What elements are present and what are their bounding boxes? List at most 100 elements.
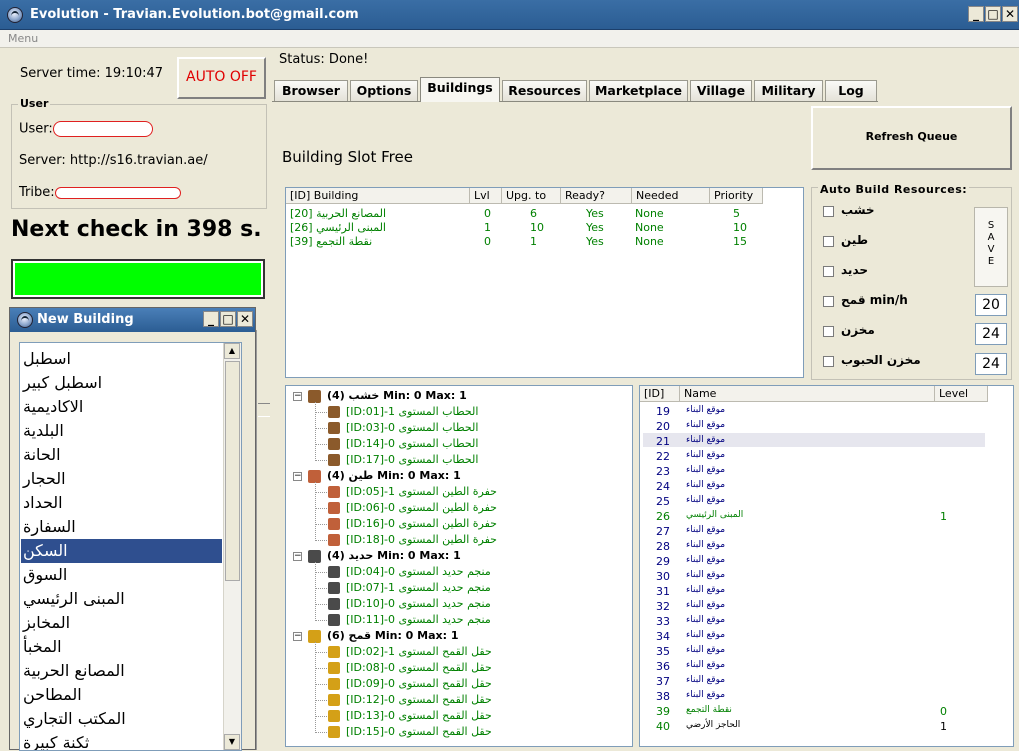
field-item[interactable]: [ID:13]-حقل القمح المستوى 0 <box>346 709 492 722</box>
tab-marketplace[interactable]: Marketplace <box>589 80 688 101</box>
slot-list[interactable]: [ID] Name Level 19 موقع البناء 20 موقع البناء… <box>639 385 1014 747</box>
menu-item[interactable]: Menu <box>8 32 38 45</box>
resource-group-header[interactable]: قمح (6) Min: 0 Max: 1 <box>327 629 459 642</box>
field-item[interactable]: [ID:02]-حقل القمح المستوى 1 <box>346 645 492 658</box>
building-list-item[interactable]: ثكنة كبيرة <box>21 731 222 750</box>
field-item[interactable]: [ID:03]-الحطاب المستوى 0 <box>346 421 478 434</box>
slot-name[interactable]: موقع البناء <box>686 435 725 445</box>
auto-build-checkbox[interactable] <box>823 326 834 337</box>
auto-build-checkbox[interactable] <box>823 206 834 217</box>
field-item[interactable]: [ID:10]-منجم حديد المستوى 0 <box>346 597 491 610</box>
refresh-queue-button[interactable]: Refresh Queue <box>811 106 1012 170</box>
slot-name[interactable]: موقع البناء <box>686 585 725 595</box>
field-item[interactable]: [ID:18]-حفرة الطين المستوى 0 <box>346 533 497 546</box>
auto-build-checkbox[interactable] <box>823 356 834 367</box>
queue-column-header[interactable]: Lvl <box>470 188 502 204</box>
slot-column-header[interactable]: Name <box>680 386 935 402</box>
close-button[interactable]: ✕ <box>1002 6 1018 22</box>
queue-column-header[interactable]: Priority <box>710 188 763 204</box>
building-list-item[interactable]: الحانة <box>21 443 222 467</box>
slot-name[interactable]: موقع البناء <box>686 555 725 565</box>
slot-name[interactable]: المبنى الرئيسي <box>686 510 743 520</box>
resource-group-header[interactable]: خشب (4) Min: 0 Max: 1 <box>327 389 467 402</box>
building-list-scrollbar[interactable]: ▲ ▼ <box>223 343 241 750</box>
minimize-button[interactable]: _ <box>968 6 984 22</box>
collapse-icon[interactable]: − <box>293 472 302 481</box>
tab-military[interactable]: Military <box>754 80 823 101</box>
building-list-item[interactable]: المصانع الحربية <box>21 659 222 683</box>
field-item[interactable]: [ID:05]-حفرة الطين المستوى 1 <box>346 485 497 498</box>
slot-name[interactable]: موقع البناء <box>686 540 725 550</box>
queue-column-header[interactable]: Needed <box>632 188 710 204</box>
nb-minimize-button[interactable]: _ <box>203 311 219 327</box>
save-button[interactable]: S A V E <box>974 207 1008 287</box>
slot-name[interactable]: موقع البناء <box>686 450 725 460</box>
slot-name[interactable]: موقع البناء <box>686 630 725 640</box>
field-item[interactable]: [ID:01]-الحطاب المستوى 1 <box>346 405 478 418</box>
field-item[interactable]: [ID:08]-حقل القمح المستوى 0 <box>346 661 492 674</box>
building-list-item[interactable]: المطاحن <box>21 683 222 707</box>
queue-column-header[interactable]: Upg. to <box>502 188 561 204</box>
tab-resources[interactable]: Resources <box>502 80 587 101</box>
field-item[interactable]: [ID:14]-الحطاب المستوى 0 <box>346 437 478 450</box>
slot-column-header[interactable]: [ID] <box>640 386 680 402</box>
slot-name[interactable]: موقع البناء <box>686 690 725 700</box>
slot-name[interactable]: موقع البناء <box>686 405 725 415</box>
building-list-item[interactable]: السكن <box>21 539 222 563</box>
maximize-button[interactable]: □ <box>985 6 1001 22</box>
slot-name[interactable]: موقع البناء <box>686 525 725 535</box>
slot-name[interactable]: موقع البناء <box>686 465 725 475</box>
building-list-item[interactable]: السوق <box>21 563 222 587</box>
slot-name[interactable]: موقع البناء <box>686 495 725 505</box>
building-list-item[interactable]: الاكاديمية <box>21 395 222 419</box>
scroll-down-icon[interactable]: ▼ <box>224 734 240 750</box>
building-list-item[interactable]: السفارة <box>21 515 222 539</box>
resource-group-header[interactable]: حديد (4) Min: 0 Max: 1 <box>327 549 461 562</box>
field-item[interactable]: [ID:15]-حقل القمح المستوى 0 <box>346 725 492 738</box>
field-item[interactable]: [ID:07]-منجم حديد المستوى 1 <box>346 581 491 594</box>
slot-name[interactable]: موقع البناء <box>686 420 725 430</box>
queue-list[interactable]: [ID] Building Lvl Upg. to Ready? Needed Prior… <box>285 187 804 378</box>
nb-close-button[interactable]: ✕ <box>237 311 253 327</box>
tab-options[interactable]: Options <box>350 80 418 101</box>
slot-name[interactable]: موقع البناء <box>686 660 725 670</box>
field-item[interactable]: [ID:12]-حقل القمح المستوى 0 <box>346 693 492 706</box>
building-list-item[interactable]: البلدية <box>21 419 222 443</box>
field-item[interactable]: [ID:11]-منجم حديد المستوى 0 <box>346 613 491 626</box>
tab-buildings[interactable]: Buildings <box>420 77 500 102</box>
nb-maximize-button[interactable]: □ <box>220 311 236 327</box>
collapse-icon[interactable]: − <box>293 392 302 401</box>
field-item[interactable]: [ID:09]-حقل القمح المستوى 0 <box>346 677 492 690</box>
granary-input[interactable]: 24 <box>975 353 1007 375</box>
building-list-item[interactable]: الحداد <box>21 491 222 515</box>
scroll-thumb[interactable] <box>225 361 240 581</box>
field-item[interactable]: [ID:06]-حفرة الطين المستوى 0 <box>346 501 497 514</box>
left-splitter-handle[interactable] <box>258 403 270 417</box>
auto-build-checkbox[interactable] <box>823 236 834 247</box>
building-list[interactable]: اسطبل اسطبل كبير الاكاديمية البلدية الحانة ال… <box>19 342 242 751</box>
collapse-icon[interactable]: − <box>293 552 302 561</box>
building-list-item[interactable]: الحجار <box>21 467 222 491</box>
building-list-item[interactable]: المكتب التجاري <box>21 707 222 731</box>
queue-column-header[interactable]: Ready? <box>561 188 632 204</box>
auto-build-checkbox[interactable] <box>823 296 834 307</box>
tab-log[interactable]: Log <box>825 80 877 101</box>
slot-name[interactable]: نقطة التجمع <box>686 705 732 715</box>
slot-name[interactable]: موقع البناء <box>686 570 725 580</box>
building-list-item[interactable]: المخبأ <box>21 635 222 659</box>
auto-build-checkbox[interactable] <box>823 266 834 277</box>
building-list-item[interactable]: المخابز <box>21 611 222 635</box>
field-item[interactable]: [ID:17]-الحطاب المستوى 0 <box>346 453 478 466</box>
scroll-up-icon[interactable]: ▲ <box>224 343 240 359</box>
slot-name[interactable]: موقع البناء <box>686 600 725 610</box>
slot-name[interactable]: موقع البناء <box>686 480 725 490</box>
building-list-item[interactable]: المبنى الرئيسي <box>21 587 222 611</box>
building-list-item[interactable]: اسطبل كبير <box>21 371 222 395</box>
collapse-icon[interactable]: − <box>293 632 302 641</box>
wheat-min-input[interactable]: 20 <box>975 294 1007 316</box>
slot-name[interactable]: الحاجز الأرضي <box>686 720 740 730</box>
slot-name[interactable]: موقع البناء <box>686 675 725 685</box>
field-item[interactable]: [ID:16]-حفرة الطين المستوى 0 <box>346 517 497 530</box>
slot-name[interactable]: موقع البناء <box>686 645 725 655</box>
building-list-item[interactable]: اسطبل <box>21 347 222 371</box>
